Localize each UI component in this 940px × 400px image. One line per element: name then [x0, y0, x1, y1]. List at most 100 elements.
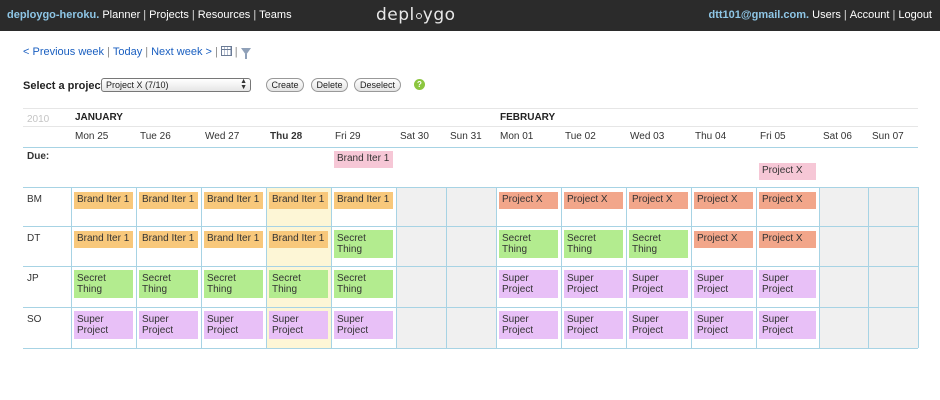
task-secret-thing[interactable]: Secret Thing: [629, 230, 688, 258]
help-icon[interactable]: ?: [414, 79, 425, 90]
top-nav: deploygo-heroku. Planner | Projects | Resour…: [7, 9, 292, 21]
task-project-x[interactable]: Project X: [694, 231, 753, 248]
grid-row-line: [23, 126, 918, 127]
task-project-x[interactable]: Project X: [499, 192, 558, 209]
nav-planner[interactable]: Planner: [102, 9, 140, 21]
task-super-project[interactable]: Super Project: [629, 270, 688, 298]
grid-row-line: [23, 348, 918, 349]
deselect-button[interactable]: Deselect: [354, 78, 401, 92]
task-super-project[interactable]: Super Project: [139, 311, 198, 339]
nav-account[interactable]: Account: [850, 9, 890, 21]
nav-projects[interactable]: Projects: [149, 9, 189, 21]
weekend-column: [819, 187, 868, 348]
task-brand-iter-1[interactable]: Brand Iter 1: [204, 231, 263, 248]
nav-users[interactable]: Users: [812, 9, 841, 21]
task-project-x[interactable]: Project X: [759, 192, 816, 209]
task-super-project[interactable]: Super Project: [204, 311, 263, 339]
task-secret-thing[interactable]: Secret Thing: [139, 270, 198, 298]
task-super-project[interactable]: Super Project: [499, 311, 558, 339]
task-brand-iter-1[interactable]: Brand Iter 1: [74, 231, 133, 248]
day-header: Mon 01: [500, 131, 534, 142]
weekend-column: [868, 187, 918, 348]
task-project-x[interactable]: Project X: [629, 192, 688, 209]
grid-column-line: [918, 187, 919, 348]
next-week-link[interactable]: Next week >: [151, 46, 212, 58]
grid-column-line: [691, 187, 692, 348]
calendar-icon[interactable]: [220, 46, 232, 56]
grid-column-line: [756, 187, 757, 348]
nav-resources[interactable]: Resources: [198, 9, 251, 21]
grid-column-line: [266, 187, 267, 348]
task-secret-thing[interactable]: Secret Thing: [334, 230, 393, 258]
task-super-project[interactable]: Super Project: [694, 311, 753, 339]
day-header: Wed 03: [630, 131, 665, 142]
task-super-project[interactable]: Super Project: [564, 270, 623, 298]
delete-button[interactable]: Delete: [311, 78, 348, 92]
top-bar: deploygo-heroku. Planner | Projects | Resour…: [0, 0, 940, 31]
grid-column-line: [868, 187, 869, 348]
row-label: Due:: [27, 151, 50, 162]
task-super-project[interactable]: Super Project: [74, 311, 133, 339]
month-label: JANUARY: [75, 112, 123, 123]
today-link[interactable]: Today: [113, 46, 142, 58]
day-header: Sat 30: [400, 131, 429, 142]
task-super-project[interactable]: Super Project: [694, 270, 753, 298]
task-secret-thing[interactable]: Secret Thing: [334, 270, 393, 298]
grid-column-line: [561, 187, 562, 348]
row-label: SO: [27, 314, 42, 325]
filter-icon[interactable]: [240, 48, 251, 59]
row-label: BM: [27, 194, 42, 205]
due-item[interactable]: Project X: [759, 163, 816, 180]
task-super-project[interactable]: Super Project: [334, 311, 393, 339]
grid-column-line: [71, 187, 72, 348]
task-brand-iter-1[interactable]: Brand Iter 1: [334, 192, 393, 209]
task-project-x[interactable]: Project X: [694, 192, 753, 209]
task-super-project[interactable]: Super Project: [269, 311, 328, 339]
task-project-x[interactable]: Project X: [759, 231, 816, 248]
previous-week-link[interactable]: < Previous week: [23, 46, 104, 58]
planner-grid: 2010 JANUARY FEBRUARY Mon 25 Tue 26 Wed 27 Thu…: [23, 108, 919, 349]
weekend-column: [396, 187, 446, 348]
user-nav: dtt101@gmail.com. Users | Account | Logout: [708, 9, 932, 21]
task-brand-iter-1[interactable]: Brand Iter 1: [139, 192, 198, 209]
nav-logout[interactable]: Logout: [898, 9, 932, 21]
task-super-project[interactable]: Super Project: [564, 311, 623, 339]
task-brand-iter-1[interactable]: Brand Iter 1: [269, 231, 328, 248]
task-super-project[interactable]: Super Project: [629, 311, 688, 339]
day-header: Tue 02: [565, 131, 596, 142]
grid-column-line: [446, 187, 447, 348]
week-navigation: < Previous week | Today | Next week > | |: [23, 46, 251, 59]
task-super-project[interactable]: Super Project: [759, 311, 816, 339]
month-label: FEBRUARY: [500, 112, 556, 123]
site-name[interactable]: deploygo-heroku.: [7, 9, 99, 21]
grid-row-line: [23, 307, 918, 308]
grid-row-line: [23, 266, 918, 267]
task-project-x[interactable]: Project X: [564, 192, 623, 209]
task-secret-thing[interactable]: Secret Thing: [74, 270, 133, 298]
day-header: Sun 31: [450, 131, 482, 142]
task-secret-thing[interactable]: Secret Thing: [564, 230, 623, 258]
grid-column-line: [331, 187, 332, 348]
task-secret-thing[interactable]: Secret Thing: [499, 230, 558, 258]
task-brand-iter-1[interactable]: Brand Iter 1: [74, 192, 133, 209]
task-secret-thing[interactable]: Secret Thing: [204, 270, 263, 298]
day-header: Thu 04: [695, 131, 727, 142]
grid-row-line: [23, 226, 918, 227]
day-header: Sat 06: [823, 131, 852, 142]
task-super-project[interactable]: Super Project: [499, 270, 558, 298]
task-brand-iter-1[interactable]: Brand Iter 1: [139, 231, 198, 248]
nav-teams[interactable]: Teams: [259, 9, 291, 21]
grid-row-line: [23, 108, 918, 109]
due-item[interactable]: Brand Iter 1: [334, 151, 393, 168]
create-button[interactable]: Create: [266, 78, 304, 92]
task-secret-thing[interactable]: Secret Thing: [269, 270, 328, 298]
day-header: Fri 05: [760, 131, 786, 142]
day-header: Wed 27: [205, 131, 240, 142]
grid-column-line: [496, 187, 497, 348]
grid-row-line: [23, 187, 918, 188]
task-brand-iter-1[interactable]: Brand Iter 1: [204, 192, 263, 209]
task-brand-iter-1[interactable]: Brand Iter 1: [269, 192, 328, 209]
task-super-project[interactable]: Super Project: [759, 270, 816, 298]
day-header: Sun 07: [872, 131, 904, 142]
project-select[interactable]: Project X (7/10) ▲ ▼: [101, 78, 251, 92]
